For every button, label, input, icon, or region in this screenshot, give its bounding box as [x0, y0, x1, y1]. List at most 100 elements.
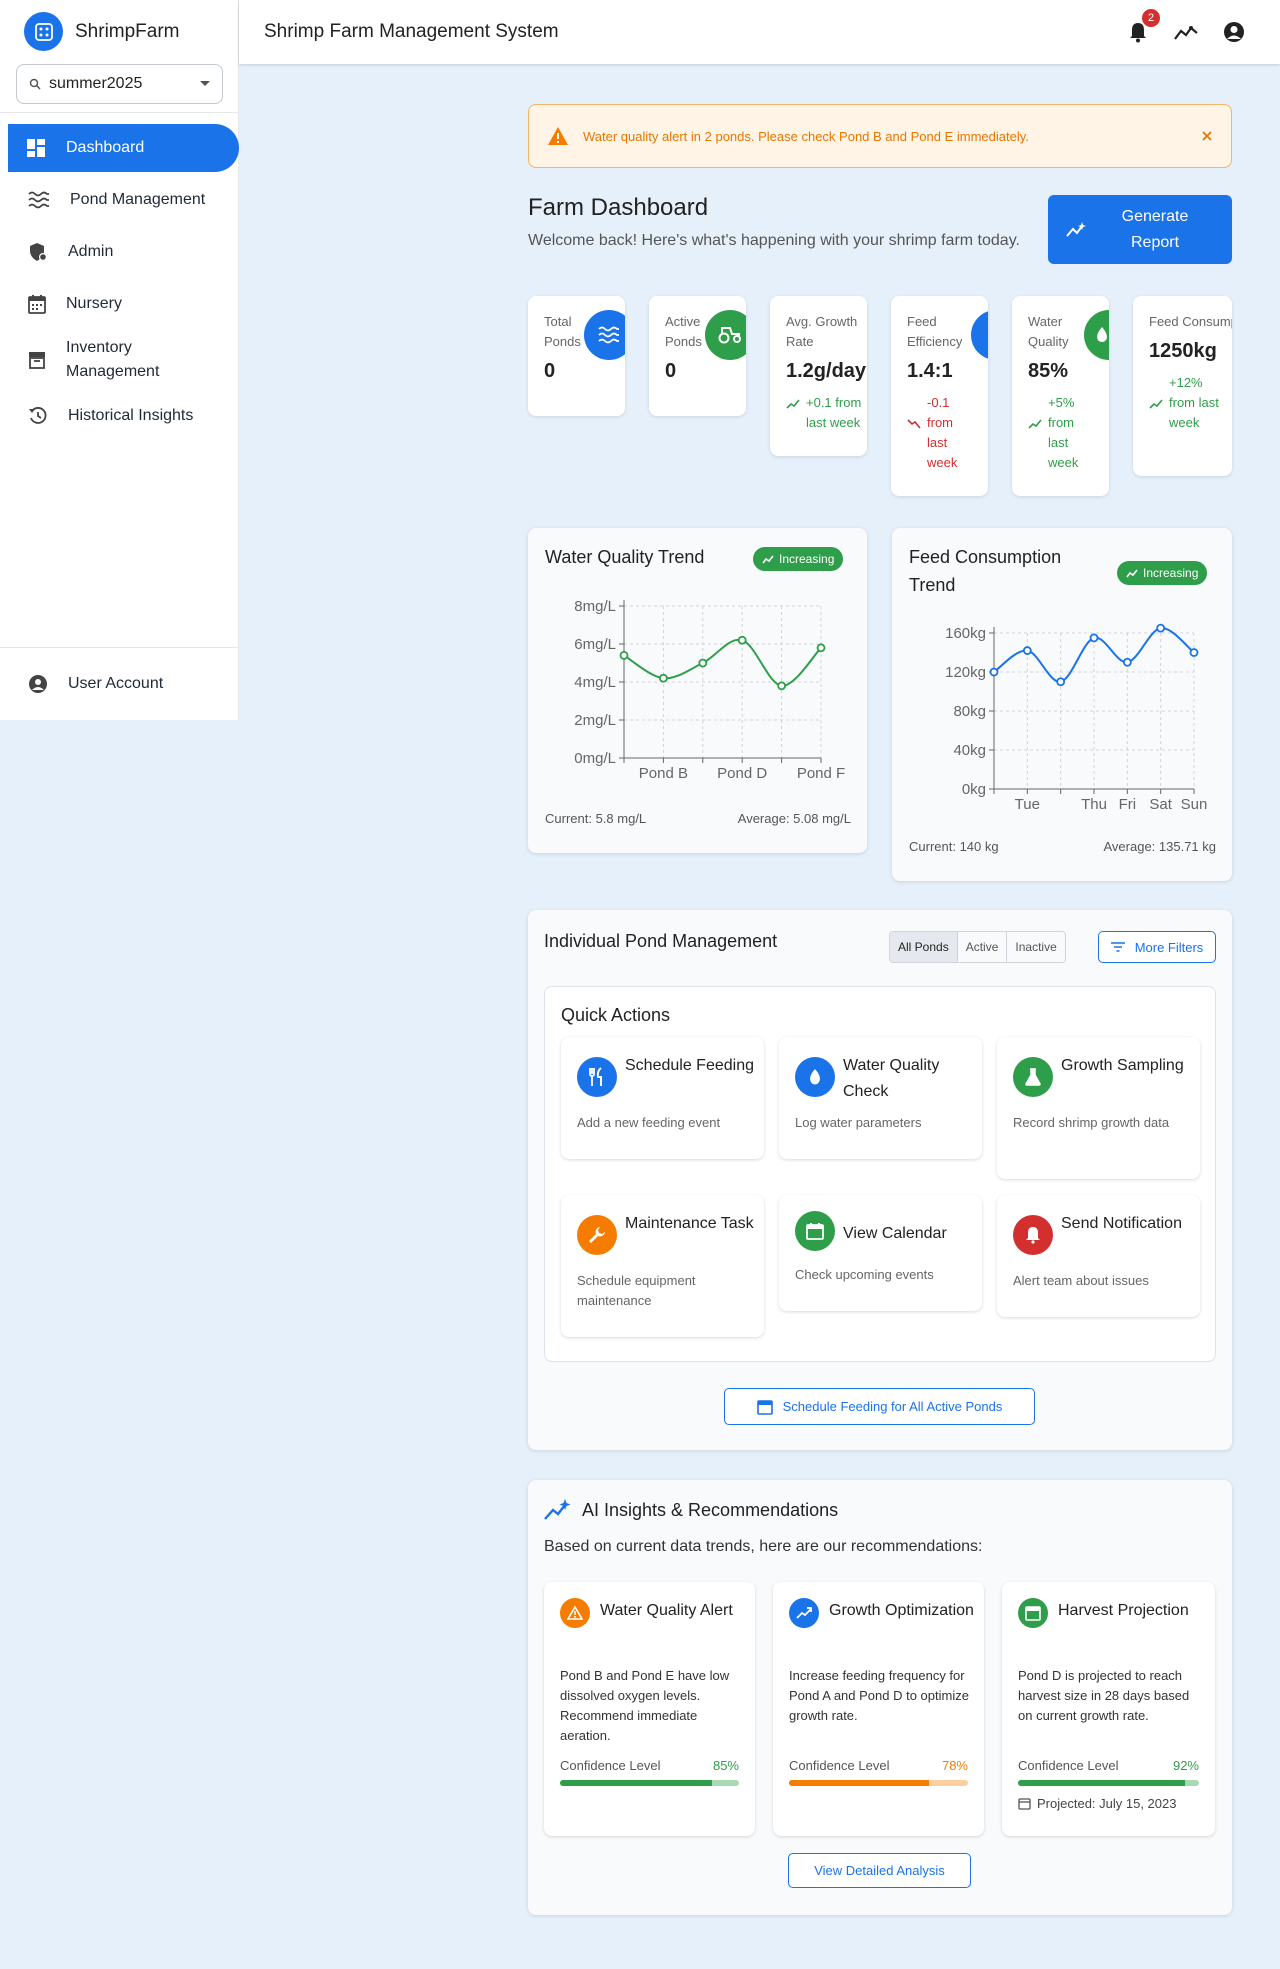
quick-action-view-calendar[interactable]: View Calendar Check upcoming events [779, 1195, 982, 1311]
trend-badge: Increasing [1117, 561, 1208, 585]
x-tick-label: Pond F [797, 765, 845, 782]
sidebar-item-historical-insights[interactable]: Historical Insights [0, 392, 239, 440]
warning-icon [560, 1598, 590, 1628]
quick-action-growth-sampling[interactable]: Growth Sampling Record shrimp growth dat… [997, 1037, 1200, 1179]
account-button[interactable] [1221, 19, 1247, 45]
stat-value: 85% [1028, 360, 1069, 382]
brand[interactable]: ShrimpFarm [24, 12, 180, 51]
data-point[interactable] [777, 681, 787, 691]
water-quality-chart-card: Water Quality Trend Increasing 0mg/L 2mg/… [528, 528, 867, 853]
brand-logo-icon [24, 12, 63, 51]
generate-report-button[interactable]: Generate Report [1048, 195, 1232, 264]
quick-action-desc: Log water parameters [795, 1115, 922, 1130]
data-point[interactable] [1122, 657, 1132, 667]
data-point[interactable] [989, 667, 999, 677]
sidebar-item-user-account[interactable]: User Account [0, 660, 239, 708]
water-quality-alert: Water quality alert in 2 ponds. Please c… [528, 104, 1232, 168]
generate-report-label: Generate Report [1121, 207, 1189, 251]
stat-change: +0.1 from last week [786, 393, 867, 433]
insight-card-growth-optimization: Growth Optimization Increase feeding fre… [773, 1582, 984, 1836]
confidence-bar-fill [789, 1780, 929, 1786]
data-point[interactable] [816, 643, 826, 653]
trending-up-icon [1149, 399, 1163, 409]
data-point[interactable] [619, 651, 629, 660]
data-point[interactable] [658, 673, 668, 683]
stat-value: 1.4:1 [907, 360, 953, 382]
sidebar-item-admin[interactable]: Admin [0, 228, 239, 276]
trending-up-icon [789, 1598, 819, 1628]
data-point[interactable] [1022, 646, 1032, 655]
ai-insights-card: AI Insights & Recommendations Based on c… [528, 1480, 1232, 1915]
series-line [623, 638, 822, 687]
y-tick-label: 0mg/L [574, 750, 616, 767]
ai-intro: Based on current data trends, here are o… [544, 1538, 983, 1555]
more-filters-button[interactable]: More Filters [1098, 931, 1216, 963]
main-content: Water quality alert in 2 ponds. Please c… [528, 104, 1232, 1915]
y-tick-label: 160kg [945, 625, 986, 642]
analytics-button[interactable] [1173, 19, 1199, 45]
data-point[interactable] [698, 658, 708, 668]
stat-change-text: +5% from last week [1048, 395, 1079, 470]
water-drop-icon [795, 1057, 835, 1097]
farm-selector[interactable]: summer2025 [16, 64, 223, 104]
sidebar-item-dashboard[interactable]: Dashboard [8, 124, 239, 172]
divider [0, 112, 239, 113]
data-point[interactable] [1089, 633, 1099, 643]
quick-action-name: Send Notification [1061, 1215, 1182, 1232]
stat-value: 0 [544, 360, 556, 382]
calendar-icon [1018, 1598, 1048, 1628]
calendar-icon [1018, 1798, 1031, 1810]
quick-action-schedule-feeding[interactable]: Schedule Feeding Add a new feeding event [561, 1037, 764, 1159]
dashboard-icon [27, 139, 45, 157]
confidence-value: 85% [712, 1758, 739, 1773]
sidebar-item-inventory-management[interactable]: Inventory Management [0, 332, 239, 388]
data-point[interactable] [737, 635, 747, 645]
sidebar-item-pond-management[interactable]: Pond Management [0, 176, 239, 224]
stat-card-feed-efficiency: Feed Efficiency 1.4:1 -0.1 from last wee… [891, 296, 988, 496]
x-tick-label: Tue [1015, 796, 1040, 813]
sidebar-item-label: Inventory Management [66, 339, 160, 380]
stat-value: 0 [665, 360, 677, 382]
calendar-grid-icon [28, 295, 46, 314]
filter-tab-inactive[interactable]: Inactive [1006, 932, 1064, 962]
farm-selector-value: summer2025 [49, 75, 143, 92]
sidebar-item-nursery[interactable]: Nursery [0, 280, 239, 328]
chart-current: Current: 140 kg [909, 839, 999, 854]
trending-up-icon [762, 555, 774, 564]
insight-title: Harvest Projection [1058, 1602, 1189, 1619]
warning-icon [548, 127, 568, 145]
analytics-icon [1174, 26, 1198, 40]
quick-action-send-notification[interactable]: Send Notification Alert team about issue… [997, 1195, 1200, 1317]
filter-tab-all[interactable]: All Ponds [890, 932, 957, 962]
notifications-button[interactable]: 2 [1125, 9, 1160, 45]
stat-card-active-ponds: Active Ponds 0 [649, 296, 746, 416]
auto-graph-icon [544, 1499, 571, 1520]
confidence-row: Confidence Level 85% [560, 1758, 739, 1773]
bell-icon [1013, 1215, 1053, 1255]
quick-action-desc: Record shrimp growth data [1013, 1115, 1170, 1130]
data-point[interactable] [1156, 623, 1166, 633]
view-detailed-analysis-button[interactable]: View Detailed Analysis [788, 1853, 971, 1888]
trending-up-icon [1126, 569, 1138, 578]
close-icon[interactable] [1201, 130, 1213, 142]
trending-up-icon [1028, 419, 1042, 429]
stat-value: 1.2g/day [786, 360, 867, 382]
data-point[interactable] [1056, 677, 1066, 687]
confidence-label: Confidence Level [789, 1758, 890, 1773]
more-filters-label: More Filters [1134, 939, 1204, 955]
confidence-bar [560, 1780, 739, 1786]
schedule-feeding-all-button[interactable]: Schedule Feeding for All Active Ponds [724, 1388, 1035, 1425]
filter-tab-active[interactable]: Active [956, 932, 1007, 962]
quick-action-desc: Check upcoming events [795, 1267, 934, 1282]
data-point[interactable] [1189, 648, 1199, 657]
y-tick-label: 6mg/L [574, 636, 616, 653]
tractor-icon [705, 310, 746, 360]
sidebar: ShrimpFarm summer2025 Dashboard Pond Man… [0, 0, 239, 720]
stat-change: +12% from last week [1149, 373, 1229, 433]
quick-action-maintenance-task[interactable]: Maintenance Task Schedule equipment main… [561, 1195, 764, 1337]
insight-card-harvest-projection: Harvest Projection Pond D is projected t… [1002, 1582, 1215, 1836]
quick-action-water-quality-check[interactable]: Water Quality Check Log water parameters [779, 1037, 982, 1159]
water-quality-chart: 0mg/L 2mg/L 4mg/L 6mg/L 8mg/L Pond B Pond D Pon… [574, 598, 845, 782]
search-icon [29, 78, 41, 90]
confidence-bar [1018, 1780, 1199, 1786]
